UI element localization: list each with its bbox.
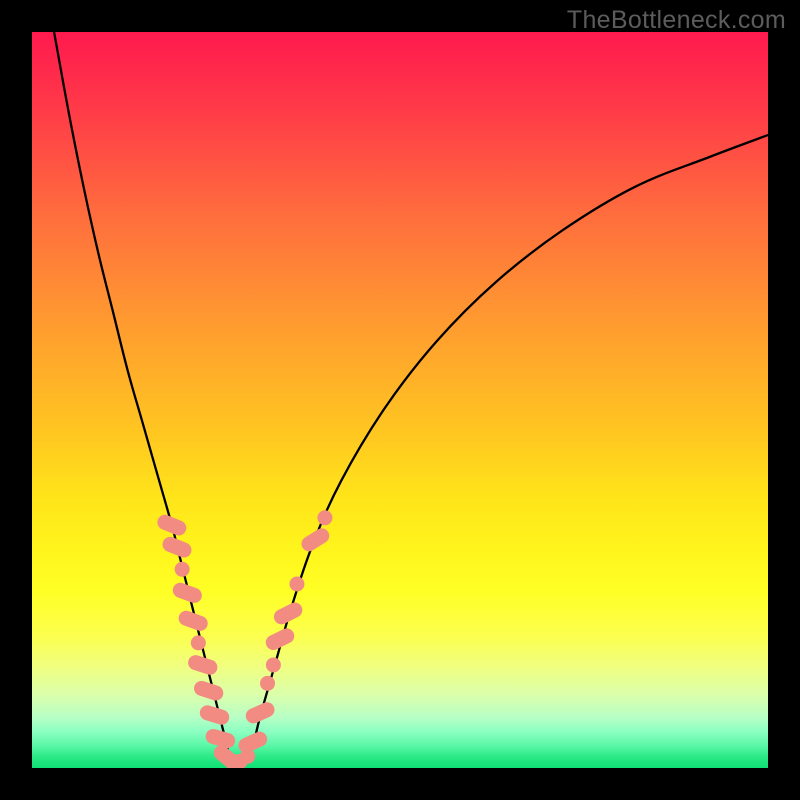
data-point-pill	[160, 535, 193, 560]
chart-svg	[32, 32, 768, 768]
data-point-dot	[289, 577, 304, 592]
curve-group	[54, 32, 768, 762]
data-point-pill	[299, 526, 332, 555]
data-point-dot	[266, 657, 281, 672]
data-point-pill	[271, 600, 305, 627]
data-point-pill	[192, 679, 225, 703]
data-point-pill	[186, 653, 219, 677]
plot-area	[32, 32, 768, 768]
watermark-text: TheBottleneck.com	[567, 6, 786, 35]
data-point-dot	[175, 562, 190, 577]
chart-stage: TheBottleneck.com	[0, 0, 800, 800]
data-point-pill	[155, 513, 188, 538]
marker-group	[155, 510, 332, 768]
data-point-pill	[198, 703, 231, 726]
curve-right-branch	[245, 135, 768, 762]
data-point-dot	[260, 676, 275, 691]
data-point-dot	[317, 510, 332, 525]
data-point-dot	[191, 635, 206, 650]
data-point-pill	[243, 700, 277, 726]
curve-left-branch	[54, 32, 231, 762]
